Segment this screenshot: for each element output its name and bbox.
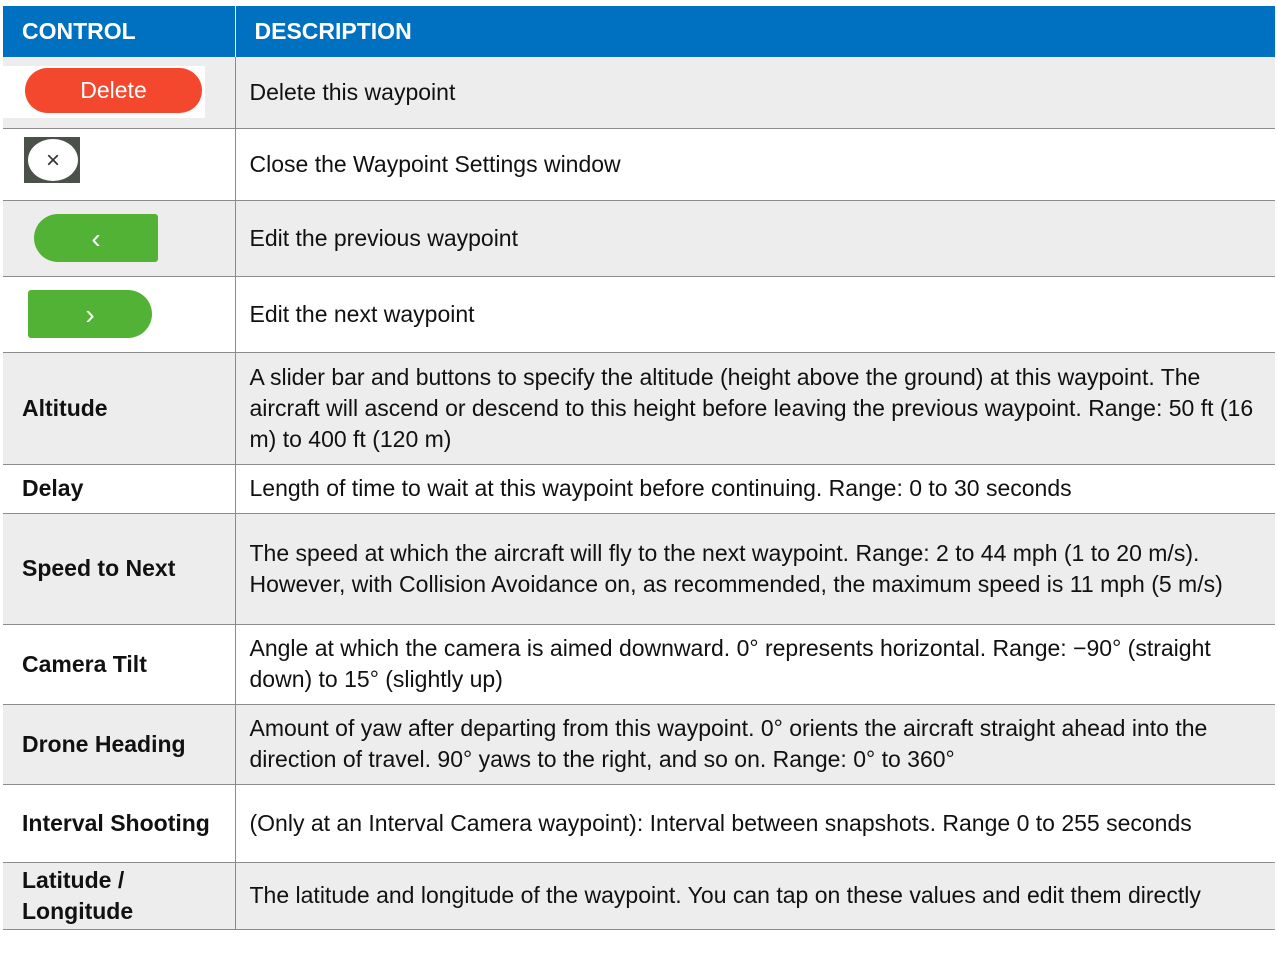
table-row: ‹ Edit the previous waypoint [3,200,1275,277]
description-column-header: DESCRIPTION [234,6,1275,57]
chevron-left-icon: ‹ [91,222,101,254]
waypoint-controls-table: CONTROL DESCRIPTION Delete Delete this w… [3,6,1275,930]
delete-button[interactable]: Delete [25,68,202,114]
table-row: Speed to Next The speed at which the air… [3,513,1275,625]
control-column-header: CONTROL [3,6,235,57]
control-name: Latitude / Longitude [3,862,235,930]
description-cell: Edit the previous waypoint [234,200,1275,277]
table-row: Interval Shooting (Only at an Interval C… [3,784,1275,863]
control-cell: ‹ [3,200,235,277]
control-name: Speed to Next [3,513,235,625]
table-row: × Close the Waypoint Settings window [3,128,1275,201]
description-cell: Delete this waypoint [234,57,1275,129]
close-icon[interactable]: × [28,139,78,181]
chevron-right-icon: › [85,298,95,330]
control-name: Interval Shooting [3,784,235,863]
table-row: Camera Tilt Angle at which the camera is… [3,624,1275,705]
description-cell: Angle at which the camera is aimed downw… [234,624,1275,705]
previous-waypoint-button[interactable]: ‹ [34,214,158,262]
control-cell: × [3,128,235,201]
table-header-row: CONTROL DESCRIPTION [3,6,1275,57]
table-row: Altitude A slider bar and buttons to spe… [3,352,1275,465]
table-row: › Edit the next waypoint [3,276,1275,353]
delete-icon-frame: Delete [3,66,205,119]
description-cell: Edit the next waypoint [234,276,1275,353]
description-cell: The latitude and longitude of the waypoi… [234,862,1275,930]
control-name: Altitude [3,352,235,465]
description-cell: Amount of yaw after departing from this … [234,704,1275,785]
table-row: Drone Heading Amount of yaw after depart… [3,704,1275,785]
description-cell: The speed at which the aircraft will fly… [234,513,1275,625]
table-row: Latitude / Longitude The latitude and lo… [3,862,1275,930]
description-cell: A slider bar and buttons to specify the … [234,352,1275,465]
control-cell: › [3,276,235,353]
close-icon-frame: × [24,137,80,183]
description-cell: Close the Waypoint Settings window [234,128,1275,201]
next-waypoint-button[interactable]: › [28,290,152,338]
control-name: Camera Tilt [3,624,235,705]
control-cell: Delete [3,57,235,129]
description-cell: (Only at an Interval Camera waypoint): I… [234,784,1275,863]
table-row: Delay Length of time to wait at this way… [3,464,1275,514]
control-name: Drone Heading [3,704,235,785]
table-row: Delete Delete this waypoint [3,57,1275,129]
description-cell: Length of time to wait at this waypoint … [234,464,1275,514]
control-name: Delay [3,464,235,514]
